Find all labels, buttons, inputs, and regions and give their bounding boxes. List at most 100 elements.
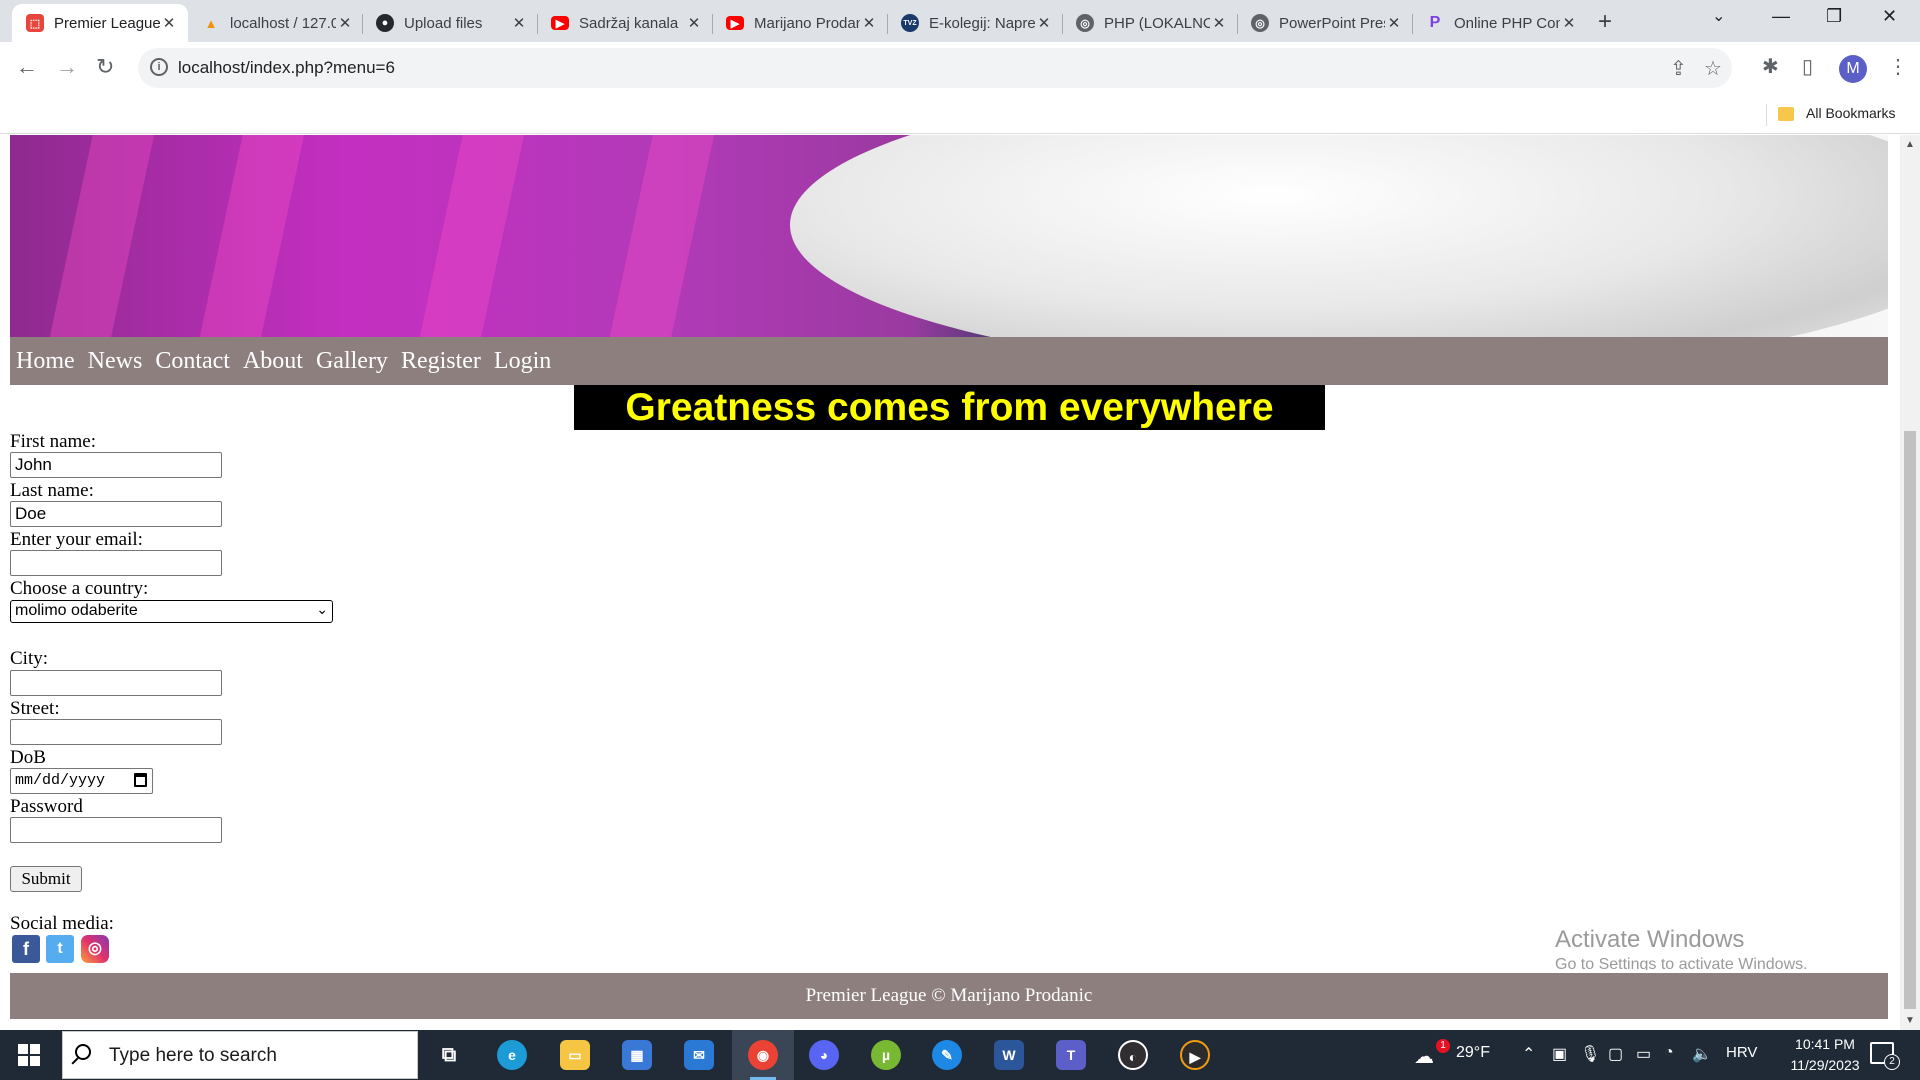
nav-home[interactable]: Home — [16, 348, 75, 375]
scroll-up-icon[interactable]: ▲ — [1905, 139, 1915, 150]
clock-date: 11/29/2023 — [1790, 1057, 1860, 1073]
restore-icon[interactable]: ❐ — [1826, 6, 1842, 27]
edge-icon[interactable]: e — [497, 1040, 527, 1070]
address-bar[interactable]: i localhost/index.php?menu=6 ⇪ ☆ — [138, 48, 1732, 88]
scroll-down-icon[interactable]: ▼ — [1905, 1015, 1915, 1026]
tab-search-chevron-icon[interactable]: ⌄ — [1712, 6, 1725, 26]
windows-start-icon[interactable] — [18, 1044, 40, 1066]
dob-input[interactable]: mm/dd/yyyy — [10, 768, 153, 794]
chevron-up-icon[interactable]: ⌃ — [1522, 1044, 1535, 1064]
sketch-icon[interactable]: ✎ — [932, 1040, 962, 1070]
page-footer: Premier League © Marijano Prodanic — [10, 973, 1888, 1019]
close-icon[interactable]: ✕ — [685, 14, 703, 32]
url-text[interactable]: localhost/index.php?menu=6 — [178, 58, 395, 78]
nav-contact[interactable]: Contact — [155, 348, 230, 375]
tab-powerpoint[interactable]: ◎ PowerPoint Presentation ✕ — [1237, 4, 1413, 42]
new-tab-icon[interactable]: + — [1598, 8, 1612, 36]
close-icon[interactable]: ✕ — [160, 14, 178, 32]
word-icon[interactable]: W — [994, 1040, 1024, 1070]
taskbar-search-input[interactable]: Type here to search — [62, 1031, 418, 1079]
close-icon[interactable]: ✕ — [510, 14, 528, 32]
city-input[interactable] — [10, 670, 222, 696]
nav-about[interactable]: About — [243, 348, 303, 375]
youtube-icon: ▶ — [726, 16, 744, 30]
close-icon[interactable]: ✕ — [336, 14, 354, 32]
scrollbar-thumb[interactable] — [1904, 431, 1916, 1009]
notification-center-icon[interactable]: 2 — [1870, 1042, 1900, 1070]
teams-icon[interactable]: T — [1056, 1040, 1086, 1070]
obs-icon[interactable]: ◐ — [1118, 1040, 1148, 1070]
tab-online-php[interactable]: P Online PHP Compiler ✕ — [1412, 4, 1588, 42]
instagram-icon[interactable]: ◎ — [81, 935, 109, 963]
site-info-icon[interactable]: i — [150, 58, 168, 76]
store-icon[interactable]: ▦ — [622, 1040, 652, 1070]
calendar-icon[interactable] — [134, 773, 147, 787]
profile-avatar[interactable]: M — [1839, 55, 1867, 83]
wifi-icon[interactable]: ◔ — [1664, 1044, 1674, 1062]
back-icon[interactable]: ← — [16, 54, 38, 80]
weather-temp[interactable]: 29°F — [1456, 1044, 1490, 1062]
password-input[interactable] — [10, 817, 222, 843]
tab-premier-league[interactable]: ⬚ Premier League ✕ — [12, 4, 188, 42]
reload-icon[interactable]: ↻ — [96, 54, 114, 80]
mail-icon[interactable]: ✉ — [684, 1040, 714, 1070]
last-name-input[interactable]: Doe — [10, 501, 222, 527]
close-window-icon[interactable]: ✕ — [1882, 6, 1897, 27]
globe-icon: ◎ — [1076, 14, 1094, 32]
tvz-icon: TVZ — [901, 14, 919, 32]
search-placeholder: Type here to search — [109, 1045, 277, 1066]
media-player-icon[interactable]: ▶ — [1180, 1040, 1210, 1070]
facebook-icon[interactable]: f — [12, 935, 40, 963]
side-panel-icon[interactable]: ▯ — [1802, 54, 1813, 79]
tab-title: PHP (LOKALNO) — [1104, 14, 1210, 32]
email-input[interactable] — [10, 550, 222, 576]
clock[interactable]: 10:41 PM 11/29/2023 — [1770, 1034, 1880, 1076]
first-name-input[interactable]: John — [10, 452, 222, 478]
language-indicator[interactable]: HRV — [1726, 1044, 1757, 1061]
volume-icon[interactable]: 🔈 — [1692, 1044, 1712, 1064]
microphone-icon[interactable]: 🎙 — [1580, 1044, 1600, 1064]
tab-php-lokalno[interactable]: ◎ PHP (LOKALNO) ✕ — [1062, 4, 1238, 42]
display-icon[interactable]: ▢ — [1608, 1044, 1623, 1064]
share-icon[interactable]: ⇪ — [1670, 56, 1687, 81]
nav-news[interactable]: News — [88, 348, 143, 375]
minimize-icon[interactable]: — — [1772, 6, 1790, 27]
utorrent-icon[interactable]: µ — [871, 1040, 901, 1070]
task-view-icon[interactable]: ⧉ — [434, 1040, 464, 1070]
tab-title: Upload files — [404, 14, 483, 32]
windows-taskbar: Type here to search ⧉ e ▭ ▦ ✉ ◉ ◕ µ ✎ W … — [0, 1030, 1920, 1080]
page-scrollbar[interactable]: ▲ ▼ — [1900, 135, 1920, 1030]
tab-title: Premier League — [54, 14, 160, 32]
forward-icon[interactable]: → — [56, 54, 78, 80]
twitter-icon[interactable]: t — [46, 935, 74, 963]
bookmark-star-icon[interactable]: ☆ — [1704, 56, 1722, 81]
tab-github[interactable]: ● Upload files ✕ — [362, 4, 538, 42]
close-icon[interactable]: ✕ — [1385, 14, 1403, 32]
file-explorer-icon[interactable]: ▭ — [560, 1040, 590, 1070]
weather-icon[interactable]: ☁ — [1414, 1044, 1434, 1069]
tab-e-kolegij[interactable]: TVZ E-kolegij: Napredne ✕ — [887, 4, 1063, 42]
all-bookmarks-button[interactable]: All Bookmarks — [1806, 105, 1895, 121]
discord-icon[interactable]: ◕ — [809, 1040, 839, 1070]
chrome-icon[interactable]: ◉ — [748, 1040, 778, 1070]
camera-icon[interactable]: ▣ — [1552, 1044, 1567, 1064]
extensions-icon[interactable]: ✱ — [1762, 54, 1779, 79]
chevron-down-icon: ⌄ — [316, 601, 328, 617]
notification-count: 2 — [1884, 1054, 1900, 1070]
first-name-label: First name: — [10, 431, 97, 452]
street-input[interactable] — [10, 719, 222, 745]
close-icon[interactable]: ✕ — [860, 14, 878, 32]
tab-phpmyadmin[interactable]: ▲ localhost / 127.0.0.1 ✕ — [188, 4, 364, 42]
menu-kebab-icon[interactable]: ⋮ — [1888, 54, 1908, 79]
tab-youtube-marijano[interactable]: ▶ Marijano Prodanic ✕ — [712, 4, 888, 42]
submit-button[interactable]: Submit — [10, 866, 82, 892]
close-icon[interactable]: ✕ — [1210, 14, 1228, 32]
nav-gallery[interactable]: Gallery — [316, 348, 388, 375]
close-icon[interactable]: ✕ — [1560, 14, 1578, 32]
tab-youtube-sadrzaj[interactable]: ▶ Sadržaj kanala ✕ — [537, 4, 713, 42]
nav-register[interactable]: Register — [401, 348, 481, 375]
battery-icon[interactable]: ▭ — [1636, 1044, 1651, 1064]
country-select[interactable]: molimo odaberite ⌄ — [10, 600, 333, 623]
close-icon[interactable]: ✕ — [1035, 14, 1053, 32]
nav-login[interactable]: Login — [494, 348, 551, 375]
